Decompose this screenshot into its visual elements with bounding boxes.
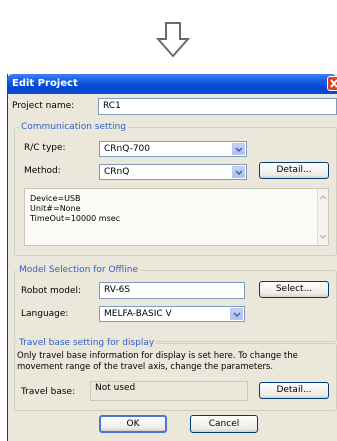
- rc-type-select[interactable]: CRnQ-700: [99, 141, 247, 157]
- scroll-down-icon: [319, 234, 327, 239]
- travel-base-description: Only travel base information for display…: [17, 351, 298, 372]
- travel-base-field: Not used: [90, 381, 248, 401]
- communication-detail-button[interactable]: Detail...: [259, 162, 329, 179]
- scroll-up-icon: [319, 195, 327, 200]
- language-dropdown-button[interactable]: [230, 308, 243, 320]
- communication-info-box: Device=USB Unit#=None TimeOut=10000 msec: [24, 188, 329, 246]
- travel-base-detail-button[interactable]: Detail...: [259, 382, 329, 399]
- model-selection-title: Model Selection for Offline: [17, 265, 140, 275]
- travel-base-title: Travel base setting for display: [17, 338, 157, 348]
- info-line-unit: Unit#=None: [30, 204, 81, 213]
- chevron-down-icon: [235, 147, 243, 153]
- close-icon: [330, 79, 337, 88]
- travel-base-label: Travel base:: [21, 387, 76, 397]
- project-name-label: Project name:: [12, 101, 75, 111]
- robot-model-label: Robot model:: [21, 286, 82, 296]
- select-robot-button[interactable]: Select...: [259, 281, 329, 298]
- cancel-button[interactable]: Cancel: [190, 415, 258, 433]
- chevron-down-icon: [233, 312, 241, 318]
- method-select[interactable]: CRnQ: [99, 164, 247, 180]
- ok-button[interactable]: OK: [99, 415, 167, 433]
- dialog-title: Edit Project: [12, 78, 78, 89]
- method-value: CRnQ: [104, 167, 130, 177]
- info-line-timeout: TimeOut=10000 msec: [30, 214, 121, 223]
- language-value: MELFA-BASIC V: [104, 309, 172, 319]
- info-scrollbar[interactable]: [317, 189, 328, 245]
- rc-type-dropdown-button[interactable]: [232, 143, 245, 155]
- rc-type-label: R/C type:: [24, 143, 66, 153]
- down-arrow-icon: [156, 22, 190, 58]
- method-label: Method:: [24, 166, 61, 176]
- communication-setting-title: Communication setting: [19, 122, 128, 132]
- robot-model-input[interactable]: RV-6S: [99, 282, 245, 299]
- project-name-input[interactable]: RC1: [98, 98, 337, 115]
- method-dropdown-button[interactable]: [232, 166, 245, 178]
- close-button[interactable]: [327, 76, 337, 91]
- language-select[interactable]: MELFA-BASIC V: [99, 306, 245, 322]
- info-line-device: Device=USB: [30, 194, 81, 203]
- chevron-down-icon: [235, 170, 243, 176]
- language-label: Language:: [21, 309, 69, 319]
- rc-type-value: CRnQ-700: [104, 144, 151, 154]
